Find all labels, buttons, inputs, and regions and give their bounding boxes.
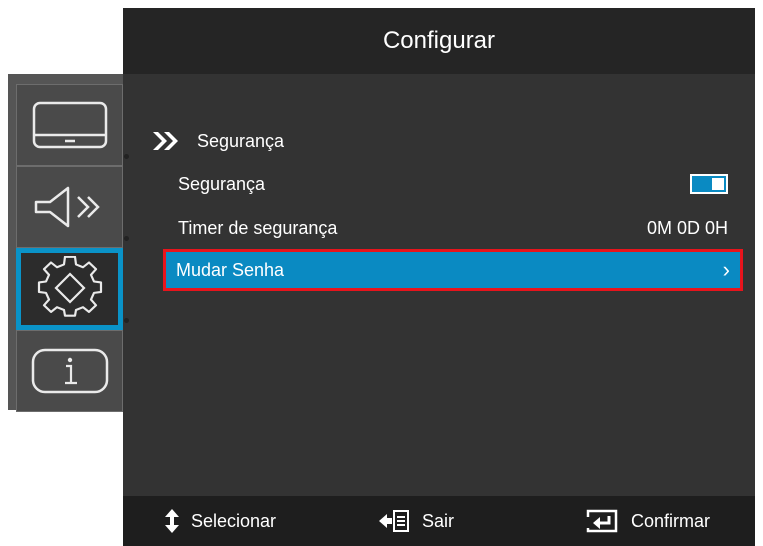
page-title: Configurar [123,8,755,74]
footer-select-label: Selecionar [191,510,277,531]
footer-bar: Selecionar Sair Confirmar [123,496,755,546]
section-title: Segurança [151,130,284,152]
row-value: 0M 0D 0H [646,217,728,238]
section-title-label: Segurança [197,130,285,151]
footer-confirm-label: Confirmar [631,510,711,531]
footer-confirm: Confirmar [585,496,710,546]
up-down-arrow-icon [165,509,179,533]
settings-gear-icon [37,256,102,317]
row-label: Timer de segurança [178,217,338,238]
display-icon [32,101,107,149]
sidebar-item-audio[interactable] [16,166,123,248]
audio-icon [34,186,100,228]
sidebar-item-display[interactable] [16,84,123,166]
sidebar-divider-dot [124,318,129,323]
sidebar [8,74,129,412]
row-security-toggle[interactable]: Segurança [166,166,740,202]
sidebar-divider-dot [124,154,129,159]
sidebar-item-info[interactable] [16,330,123,412]
chevron-right-icon: › [722,257,730,282]
sidebar-item-settings[interactable] [16,248,123,330]
left-border [0,0,8,546]
exit-menu-icon [379,510,409,532]
row-change-password[interactable]: Mudar Senha › [163,249,743,291]
double-chevron-right-icon [153,132,178,150]
footer-exit-label: Sair [422,510,455,531]
row-label: Mudar Senha [176,259,285,280]
security-toggle[interactable] [690,174,728,194]
sidebar-divider-dot [124,236,129,241]
row-label: Segurança [178,173,266,194]
footer-select: Selecionar [165,496,276,546]
footer-exit: Sair [378,496,454,546]
row-security-timer[interactable]: Timer de segurança 0M 0D 0H [166,210,740,246]
enter-icon [585,509,618,533]
info-icon [31,348,108,394]
